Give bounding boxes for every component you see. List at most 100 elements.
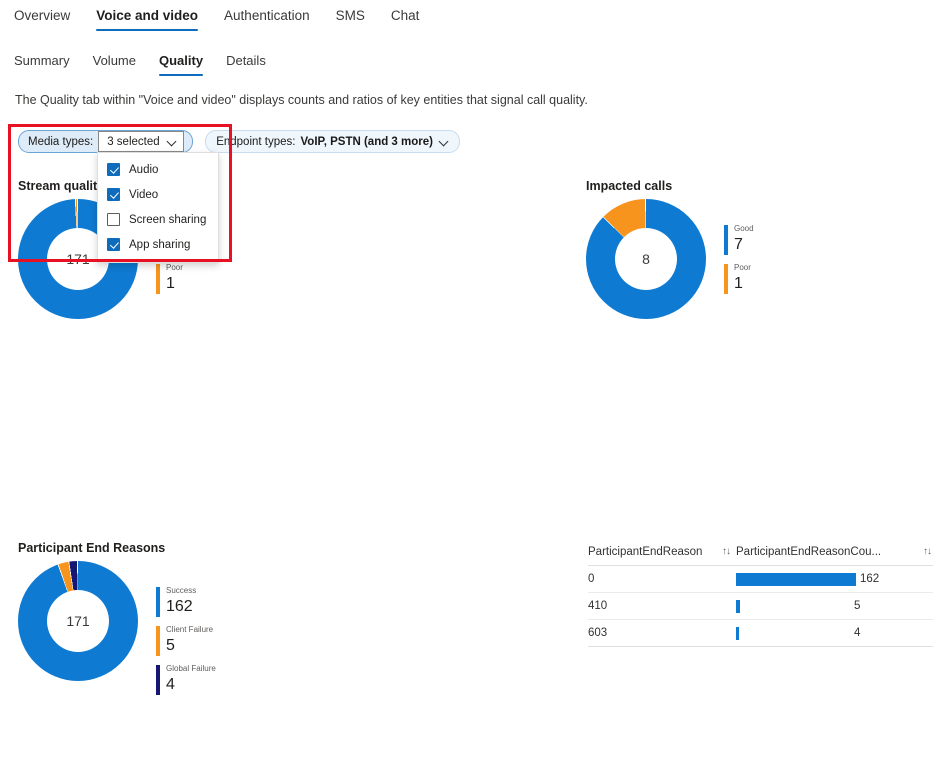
endpoint-types-filter-pill[interactable]: Endpoint types: VoIP, PSTN (and 3 more) [205, 130, 460, 153]
tab-authentication[interactable]: Authentication [224, 7, 310, 31]
legend-value: 1 [166, 275, 175, 292]
tab-label: SMS [335, 8, 365, 23]
filter-bar: Media types: 3 selected Endpoint types: … [18, 130, 460, 153]
media-types-label: Media types: [28, 135, 94, 148]
dropdown-option-label: Screen sharing [129, 213, 207, 226]
table-header-count[interactable]: ParticipantEndReasonCou... ↑↓ [736, 546, 933, 558]
tab-label: Details [226, 53, 266, 68]
legend-value: 5 [166, 637, 175, 654]
table-cell-reason-text: 603 [588, 627, 608, 639]
endpoint-types-label: Endpoint types: [216, 135, 296, 148]
tab-label: Authentication [224, 8, 310, 23]
legend-item: Good 7 [724, 225, 754, 255]
checkbox-unchecked-icon[interactable] [107, 213, 120, 226]
table-header-count-text: ParticipantEndReasonCou... [736, 545, 882, 558]
secondary-tab-bar: Summary Volume Quality Details [14, 52, 289, 76]
legend-color-swatch [156, 264, 160, 294]
tab-overview[interactable]: Overview [14, 7, 70, 31]
table-cell-count-text: 4 [854, 627, 861, 639]
dropdown-option-label: Video [129, 188, 159, 201]
media-types-filter-pill[interactable]: Media types: 3 selected [18, 130, 194, 153]
tab-sms[interactable]: SMS [336, 7, 365, 31]
dropdown-option-video[interactable]: Video [98, 182, 218, 207]
tab-label: Voice and video [96, 8, 199, 23]
tab-label: Summary [14, 53, 70, 68]
table-row[interactable]: 0 162 [588, 566, 933, 593]
table-row[interactable]: 410 5 [588, 593, 933, 620]
table-cell-reason: 0 [588, 573, 736, 585]
tab-label: Overview [14, 8, 71, 23]
table-cell-count: 5 [736, 593, 933, 619]
table-cell-count-text: 162 [860, 573, 880, 585]
participant-end-reasons-total: 171 [47, 590, 109, 652]
legend-item: Client Failure 5 [156, 626, 216, 656]
checkbox-checked-icon[interactable] [107, 188, 120, 201]
legend-label: Success [166, 586, 197, 595]
checkbox-checked-icon[interactable] [107, 238, 120, 251]
impacted-calls-donut[interactable]: 8 [586, 199, 706, 319]
legend-item: Poor 1 [724, 264, 754, 294]
table-body: 0 162 410 5 603 4 [588, 566, 933, 647]
legend-value: 162 [166, 598, 193, 615]
dropdown-option-screen-sharing[interactable]: Screen sharing [98, 207, 218, 232]
participant-end-reasons-donut[interactable]: 171 [18, 561, 138, 681]
legend-item: Poor 1 [156, 264, 193, 294]
media-types-selected-value: 3 selected [107, 135, 160, 148]
legend-color-swatch [156, 587, 160, 617]
legend-color-swatch [724, 264, 728, 294]
table-header-reason-text: ParticipantEndReason [588, 545, 703, 558]
legend-label: Global Failure [166, 664, 216, 673]
subtab-volume[interactable]: Volume [93, 52, 136, 76]
legend-color-swatch [156, 626, 160, 656]
table-cell-reason: 603 [588, 627, 736, 639]
tab-voice-and-video[interactable]: Voice and video [96, 7, 198, 31]
legend-value: 4 [166, 676, 175, 693]
dropdown-option-label: Audio [129, 163, 159, 176]
legend-label: Poor [166, 263, 183, 272]
table-cell-reason-text: 0 [588, 573, 595, 585]
table-cell-count: 162 [736, 566, 933, 592]
table-cell-count-text: 5 [854, 600, 861, 612]
table-row[interactable]: 603 4 [588, 620, 933, 647]
impacted-calls-title: Impacted calls [586, 179, 673, 193]
media-types-dropdown-menu[interactable]: Audio Video Screen sharing App sharing [97, 152, 219, 263]
table-bar [736, 626, 739, 640]
primary-tab-bar: Overview Voice and video Authentication SMS… [14, 7, 445, 31]
table-cell-reason-text: 410 [588, 600, 608, 612]
legend-color-swatch [156, 665, 160, 695]
checkbox-checked-icon[interactable] [107, 163, 120, 176]
legend-color-swatch [724, 225, 728, 255]
endpoint-types-selected-value: VoIP, PSTN (and 3 more) [300, 135, 433, 148]
page-description: The Quality tab within "Voice and video"… [15, 93, 588, 107]
subtab-quality[interactable]: Quality [159, 52, 204, 76]
table-cell-count: 4 [736, 620, 933, 646]
impacted-calls-legend: Good 7 Poor 1 [724, 199, 754, 303]
dropdown-option-label: App sharing [129, 238, 191, 251]
legend-value: 1 [734, 275, 743, 292]
table-header-reason[interactable]: ParticipantEndReason ↑↓ [588, 546, 736, 558]
table-bar [736, 599, 740, 613]
sort-icon[interactable]: ↑↓ [923, 546, 932, 557]
legend-item: Global Failure 4 [156, 665, 216, 695]
legend-value: 7 [734, 236, 743, 253]
dropdown-option-audio[interactable]: Audio [98, 157, 218, 182]
legend-label: Client Failure [166, 625, 214, 634]
impacted-calls-panel: Impacted calls 8 Good 7 Poor 1 [586, 179, 754, 319]
dropdown-option-app-sharing[interactable]: App sharing [98, 232, 218, 257]
legend-label: Good [734, 224, 754, 233]
chevron-down-icon [440, 137, 449, 146]
subtab-details[interactable]: Details [226, 52, 266, 76]
impacted-calls-total: 8 [615, 228, 677, 290]
tab-label: Chat [390, 8, 420, 23]
tab-label: Quality [159, 53, 204, 68]
tab-label: Volume [92, 53, 136, 68]
sort-icon[interactable]: ↑↓ [722, 546, 731, 557]
table-cell-reason: 410 [588, 600, 736, 612]
media-types-combobox[interactable]: 3 selected [98, 131, 185, 152]
tab-chat[interactable]: Chat [391, 7, 420, 31]
participant-end-reasons-panel: Participant End Reasons 171 Success 162 Cl… [18, 541, 216, 704]
participant-end-reason-table: ParticipantEndReason ↑↓ ParticipantEndRe… [588, 538, 933, 647]
subtab-summary[interactable]: Summary [14, 52, 70, 76]
legend-label: Poor [734, 263, 751, 272]
table-bar [736, 572, 856, 586]
